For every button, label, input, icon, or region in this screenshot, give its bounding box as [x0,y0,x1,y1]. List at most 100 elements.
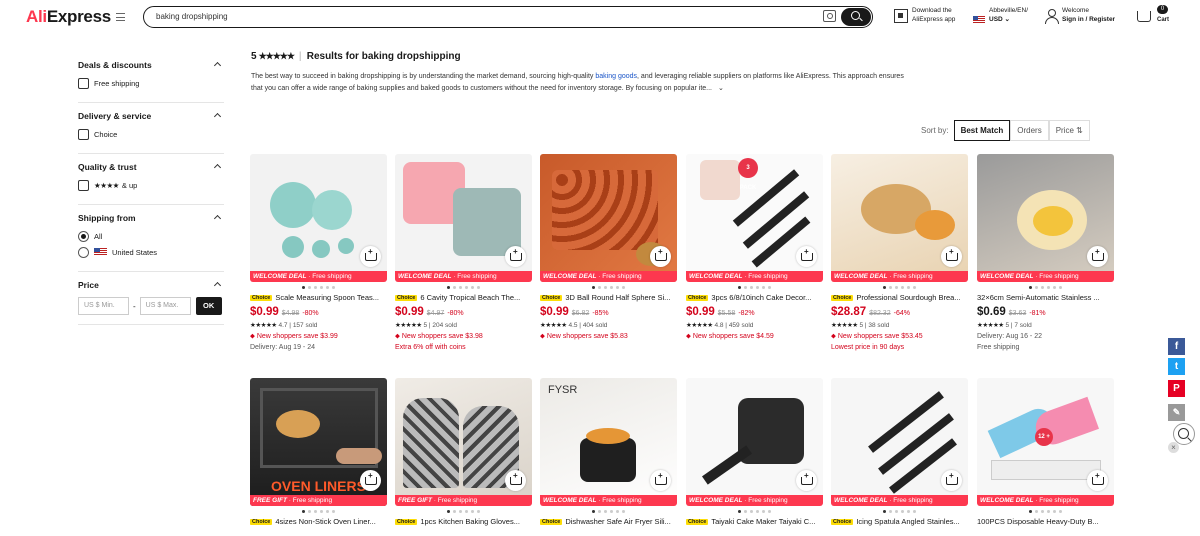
menu-icon[interactable] [116,13,125,21]
product-card[interactable]: WELCOME DEAL · Free shipping 32×6cm Semi-… [977,154,1114,353]
expand-chevron-icon[interactable]: ⌄ [718,85,724,92]
filter-quality-title[interactable]: Quality & trust [78,162,224,172]
add-to-cart-icon[interactable] [941,246,962,267]
filter-ship-from-title[interactable]: Shipping from [78,213,224,223]
product-title[interactable]: 100PCS Disposable Heavy-Duty B... [977,516,1114,527]
image-carousel-dots[interactable] [977,282,1114,292]
product-title[interactable]: 32×6cm Semi-Automatic Stainless ... [977,292,1114,303]
filter-deals-title[interactable]: Deals & discounts [78,60,224,70]
product-image[interactable]: WELCOME DEAL · Free shipping [250,154,387,282]
product-card[interactable]: OVEN LINERSFREE GIFT · Free shipping Choi… [250,378,387,527]
image-carousel-dots[interactable] [250,506,387,516]
image-carousel-dots[interactable] [395,282,532,292]
product-title[interactable]: Choice 4sizes Non-Stick Oven Liner... [250,516,387,527]
add-to-cart-icon[interactable] [650,246,671,267]
product-image[interactable]: WELCOME DEAL · Free shipping [540,154,677,282]
price-ok-button[interactable]: OK [195,297,222,315]
edit-icon[interactable]: ✎ [1168,404,1185,421]
product-image[interactable]: WELCOME DEAL · Free shipping [831,378,968,506]
account-link[interactable]: Welcome Sign in / Register [1062,6,1115,24]
product-card[interactable]: WELCOME DEAL · Free shipping ChoiceProfes… [831,154,968,353]
add-to-cart-icon[interactable] [360,470,381,491]
download-app-link[interactable]: Download the AliExpress app [912,6,955,24]
four-stars-option[interactable]: ★★★★ & up [78,179,224,191]
baking-goods-link[interactable]: baking goods [595,73,637,80]
product-title[interactable]: Choice Professional Sourdough Brea... [831,292,968,303]
pinterest-share-icon[interactable]: P [1168,380,1185,397]
product-card[interactable]: WELCOME DEAL · Free shipping ChoiceIcing … [831,378,968,527]
image-carousel-dots[interactable] [540,506,677,516]
add-to-cart-icon[interactable] [1087,470,1108,491]
add-to-cart-icon[interactable] [505,470,526,491]
min-price-input[interactable]: US $ Min. [78,297,129,315]
product-title[interactable]: Choice 6 Cavity Tropical Beach The... [395,292,532,303]
qr-code-icon[interactable] [894,9,908,23]
free-shipping-option[interactable]: Free shipping [78,77,224,89]
image-carousel-dots[interactable] [977,506,1114,516]
add-to-cart-icon[interactable] [360,246,381,267]
radio[interactable] [78,246,89,258]
region-selector[interactable]: Abbeville/EN/USD ⌄ [989,6,1028,24]
sort-orders[interactable]: Orders [1010,120,1049,141]
image-carousel-dots[interactable] [395,506,532,516]
add-to-cart-icon[interactable] [796,246,817,267]
product-title[interactable]: Choice Taiyaki Cake Maker Taiyaki C... [686,516,823,527]
product-image[interactable]: 12 + WELCOME DEAL · Free shipping [977,378,1114,506]
image-carousel-dots[interactable] [686,282,823,292]
add-to-cart-icon[interactable] [505,246,526,267]
add-to-cart-icon[interactable] [796,470,817,491]
product-image[interactable]: WELCOME DEAL · Free shipping [395,154,532,282]
checkbox[interactable] [78,77,89,89]
max-price-input[interactable]: US $ Max. [139,297,191,315]
product-card[interactable]: WELCOME DEAL · Free shipping ChoiceScale … [250,154,387,353]
product-title[interactable]: Choice Dishwasher Safe Air Fryer Sili... [540,516,677,527]
search-bar[interactable]: baking dropshipping [143,6,873,28]
image-carousel-dots[interactable] [686,506,823,516]
product-card[interactable]: FREE GIFT · Free shipping Choice1pcs Kitc… [395,378,532,527]
zoom-icon[interactable] [1173,423,1195,445]
image-carousel-dots[interactable] [831,282,968,292]
product-image[interactable]: OVEN LINERSFREE GIFT · Free shipping [250,378,387,506]
sort-best-match[interactable]: Best Match [953,120,1011,141]
product-title[interactable]: Choice Icing Spatula Angled Stainles... [831,516,968,527]
image-carousel-dots[interactable] [831,506,968,516]
product-card[interactable]: WELCOME DEAL · Free shipping ChoiceTaiyak… [686,378,823,527]
product-title[interactable]: Choice 3pcs 6/8/10inch Cake Decor... [686,292,823,303]
checkbox[interactable] [78,179,89,191]
product-image[interactable]: FREE GIFT · Free shipping [395,378,532,506]
ship-from-us-option[interactable]: United States [78,246,224,258]
facebook-share-icon[interactable]: f [1168,338,1185,355]
aliexpress-logo[interactable]: AliExpress [26,7,111,27]
add-to-cart-icon[interactable] [1087,246,1108,267]
product-image[interactable]: FYSR WELCOME DEAL · Free shipping [540,378,677,506]
ship-from-all-option[interactable]: All [78,230,224,242]
product-title[interactable]: Choice Scale Measuring Spoon Teas... [250,292,387,303]
twitter-share-icon[interactable]: t [1168,358,1185,375]
checkbox[interactable] [78,128,89,140]
product-image[interactable]: WELCOME DEAL · Free shipping [977,154,1114,282]
cart-label[interactable]: Cart [1157,17,1169,23]
product-title[interactable]: Choice 1pcs Kitchen Baking Gloves... [395,516,532,527]
filter-delivery-title[interactable]: Delivery & service [78,111,224,121]
product-card[interactable]: 12 + WELCOME DEAL · Free shipping 100PCS D… [977,378,1114,527]
product-image[interactable]: 3 PACK WELCOME DEAL · Free shipping [686,154,823,282]
product-image[interactable]: WELCOME DEAL · Free shipping [686,378,823,506]
close-icon[interactable]: × [1168,442,1179,453]
product-title[interactable]: Choice 3D Ball Round Half Sphere Si... [540,292,677,303]
user-icon[interactable] [1044,9,1059,24]
choice-option[interactable]: Choice [78,128,224,140]
cart-icon[interactable] [1137,11,1151,22]
product-card[interactable]: WELCOME DEAL · Free shipping Choice3D Bal… [540,154,677,353]
add-to-cart-icon[interactable] [941,470,962,491]
filter-price-title[interactable]: Price [78,280,224,290]
image-carousel-dots[interactable] [250,282,387,292]
product-image[interactable]: WELCOME DEAL · Free shipping [831,154,968,282]
search-input[interactable]: baking dropshipping [156,12,228,21]
image-search-icon[interactable] [823,10,836,22]
image-carousel-dots[interactable] [540,282,677,292]
radio-selected[interactable] [78,230,89,242]
product-card[interactable]: WELCOME DEAL · Free shipping Choice6 Cavi… [395,154,532,353]
search-button[interactable] [841,8,871,26]
sort-price[interactable]: Price ⇅ [1048,120,1090,141]
product-card[interactable]: 3 PACK WELCOME DEAL · Free shipping Choice… [686,154,823,353]
